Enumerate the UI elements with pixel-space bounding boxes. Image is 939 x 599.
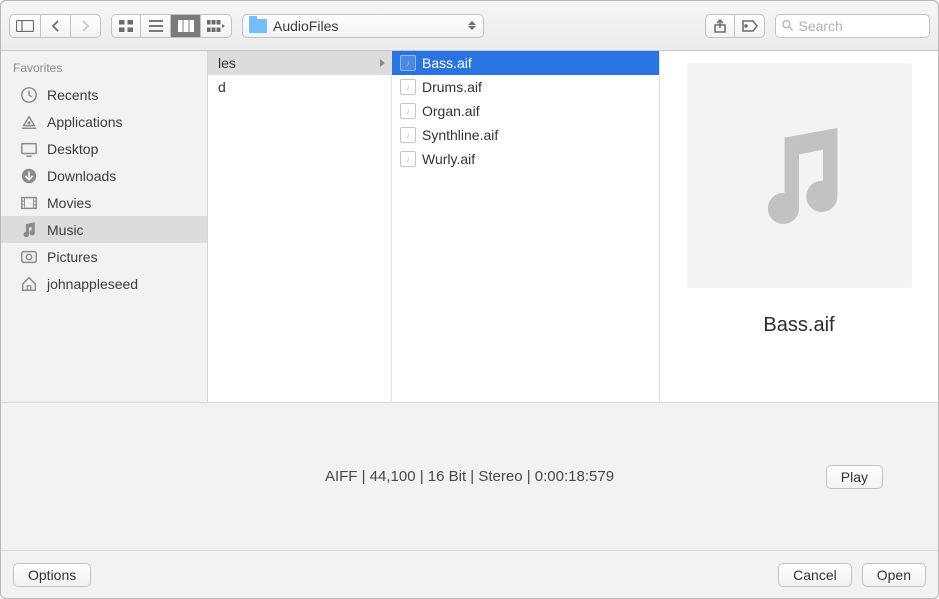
action-group (705, 14, 765, 38)
gallery-view-button[interactable] (201, 14, 232, 38)
sidebar-item-label: Pictures (47, 249, 98, 265)
view-mode-group (111, 14, 232, 38)
sidebar-item-label: Music (47, 222, 84, 238)
preview-filename: Bass.aif (763, 314, 834, 337)
cancel-button[interactable]: Cancel (778, 563, 852, 587)
sidebar-item-label: Movies (47, 195, 91, 211)
search-icon (782, 19, 793, 32)
forward-button[interactable] (71, 14, 101, 38)
sidebar-section-header: Favorites (1, 57, 207, 81)
sidebar-item-music[interactable]: Music (1, 216, 207, 243)
preview-thumbnail (687, 63, 912, 288)
file-row-label: Synthline.aif (422, 127, 498, 143)
path-popup[interactable]: AudioFiles (242, 14, 484, 38)
path-label: AudioFiles (273, 18, 461, 34)
audio-file-icon: ♪ (400, 55, 416, 71)
audio-file-icon: ♪ (400, 79, 416, 95)
folder-row[interactable]: d (208, 75, 391, 99)
file-row[interactable]: ♪ Drums.aif (392, 75, 659, 99)
audio-info-text: AIFF | 44,100 | 16 Bit | Stereo | 0:00:1… (325, 468, 614, 485)
preview-pane: Bass.aif (660, 51, 938, 402)
play-button[interactable]: Play (826, 465, 883, 489)
audio-file-icon: ♪ (400, 127, 416, 143)
sidebar-item-label: johnappleseed (47, 276, 138, 292)
sidebar-item-label: Recents (47, 87, 98, 103)
search-field[interactable] (775, 14, 930, 38)
sidebar: Favorites Recents Applications Desktop Down… (1, 51, 208, 402)
list-view-button[interactable] (141, 14, 171, 38)
open-button[interactable]: Open (862, 563, 926, 587)
file-row-label: Bass.aif (422, 55, 472, 71)
options-button[interactable]: Options (13, 563, 91, 587)
open-dialog: AudioFiles Favorites Recents Applications… (0, 0, 939, 599)
file-row-label: Drums.aif (422, 79, 482, 95)
updown-icon (467, 21, 477, 30)
share-button[interactable] (705, 14, 735, 38)
toolbar: AudioFiles (1, 1, 938, 51)
folder-row-label: les (218, 55, 236, 71)
sidebar-item-applications[interactable]: Applications (1, 108, 207, 135)
sidebar-nav-group (9, 14, 101, 38)
downloads-icon (19, 167, 39, 185)
dialog-footer: Options Cancel Open (1, 550, 938, 598)
column-1[interactable]: les d (208, 51, 392, 402)
file-row[interactable]: ♪ Bass.aif (392, 51, 659, 75)
back-button[interactable] (41, 14, 71, 38)
audio-info-bar: AIFF | 44,100 | 16 Bit | Stereo | 0:00:1… (1, 402, 938, 550)
desktop-icon (19, 140, 39, 158)
folder-row[interactable]: les (208, 51, 391, 75)
sidebar-item-recents[interactable]: Recents (1, 81, 207, 108)
folder-row-label: d (218, 79, 226, 95)
pictures-icon (19, 248, 39, 266)
music-note-icon (739, 116, 859, 236)
sidebar-item-downloads[interactable]: Downloads (1, 162, 207, 189)
browser-body: Favorites Recents Applications Desktop Down… (1, 51, 938, 402)
search-input[interactable] (798, 18, 923, 34)
sidebar-item-label: Desktop (47, 141, 98, 157)
file-row-label: Organ.aif (422, 103, 480, 119)
file-row[interactable]: ♪ Synthline.aif (392, 123, 659, 147)
file-row-label: Wurly.aif (422, 151, 475, 167)
column-browser: les d ♪ Bass.aif ♪ Drums.aif ♪ Organ.aif ♪ Synth… (208, 51, 938, 402)
sidebar-item-label: Applications (47, 114, 123, 130)
column-2[interactable]: ♪ Bass.aif ♪ Drums.aif ♪ Organ.aif ♪ Synthline.… (392, 51, 660, 402)
tags-button[interactable] (735, 14, 765, 38)
sidebar-item-label: Downloads (47, 168, 116, 184)
sidebar-item-johnappleseed[interactable]: johnappleseed (1, 270, 207, 297)
sidebar-item-movies[interactable]: Movies (1, 189, 207, 216)
home-icon (19, 275, 39, 293)
apps-icon (19, 113, 39, 131)
folder-icon (249, 19, 267, 33)
clock-icon (19, 86, 39, 104)
file-row[interactable]: ♪ Wurly.aif (392, 147, 659, 171)
file-row[interactable]: ♪ Organ.aif (392, 99, 659, 123)
movies-icon (19, 194, 39, 212)
audio-file-icon: ♪ (400, 151, 416, 167)
column-view-button[interactable] (171, 14, 201, 38)
icon-view-button[interactable] (111, 14, 141, 38)
sidebar-item-pictures[interactable]: Pictures (1, 243, 207, 270)
chevron-right-icon (380, 59, 385, 67)
toggle-sidebar-button[interactable] (9, 14, 41, 38)
audio-file-icon: ♪ (400, 103, 416, 119)
music-icon (19, 221, 39, 239)
sidebar-item-desktop[interactable]: Desktop (1, 135, 207, 162)
